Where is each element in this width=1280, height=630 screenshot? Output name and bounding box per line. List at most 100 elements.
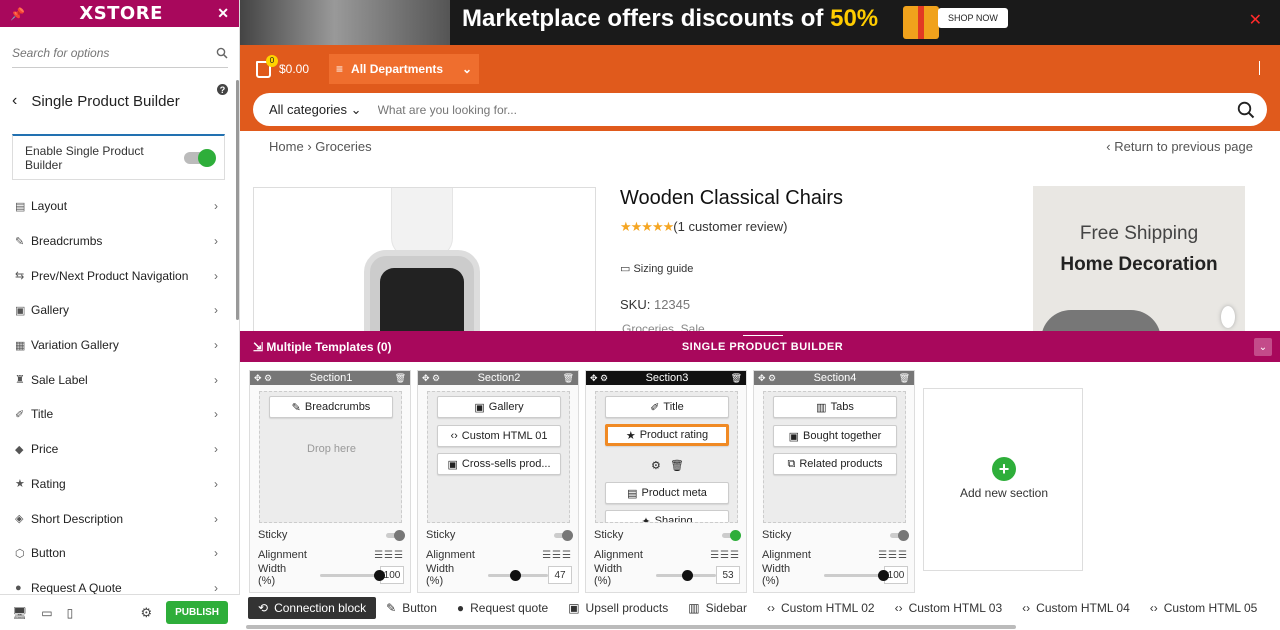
section-drop-zone[interactable]: ✎ Breadcrumbs Drop here [259, 391, 402, 523]
width-slider-knob[interactable] [681, 569, 693, 581]
collapse-icon[interactable]: ⌄ [1254, 338, 1272, 356]
block-cross-sells[interactable]: ▣ Cross-sells prod... [437, 453, 561, 475]
move-icon[interactable]: ✥ ⚙ [758, 373, 776, 384]
block-chip-button[interactable]: ✎ Button [376, 597, 447, 619]
back-arrow-icon[interactable]: ‹ [12, 92, 17, 110]
option-item-title[interactable]: ✐ Title › [0, 397, 236, 432]
block-chip-custom-html-05[interactable]: ‹› Custom HTML 05 [1140, 597, 1268, 619]
section-drop-zone[interactable]: ▥ Tabs ▣ Bought together ⧉ Related products [763, 391, 906, 523]
rating-stars: ★★★★★ [620, 219, 674, 234]
block-chip-custom-html-03[interactable]: ‹› Custom HTML 03 [885, 597, 1013, 619]
enable-builder-toggle[interactable] [184, 148, 216, 167]
help-icon[interactable]: ? [217, 84, 228, 95]
price-icon: ◆ [15, 443, 24, 456]
option-label: Rating [31, 476, 66, 491]
option-item-layout[interactable]: ▤ Layout › [0, 189, 236, 224]
category-select[interactable]: All categories ⌄ [269, 102, 362, 118]
shop-now-button[interactable]: SHOP NOW [938, 8, 1008, 28]
width-slider[interactable] [488, 569, 549, 581]
option-item-rating[interactable]: ★ Rating › [0, 467, 236, 502]
options-search-input[interactable] [12, 45, 192, 60]
product-image[interactable] [253, 187, 596, 347]
sticky-toggle[interactable] [722, 529, 741, 541]
search-icon[interactable] [216, 47, 228, 59]
builder-header: ⇲ Multiple Templates (0) SINGLE PRODUCT … [240, 330, 1280, 362]
width-slider[interactable] [320, 569, 386, 581]
block-bought-together[interactable]: ▣ Bought together [773, 425, 897, 447]
width-value[interactable]: 53 [716, 566, 740, 584]
block-custom-html-01[interactable]: ‹› Custom HTML 01 [437, 425, 561, 447]
option-item-sale-label[interactable]: ♜ Sale Label › [0, 362, 236, 397]
option-item-request-quote[interactable]: ● Request A Quote › [0, 571, 236, 594]
option-item-breadcrumbs[interactable]: ✎ Breadcrumbs › [0, 224, 236, 259]
width-slider-knob[interactable] [878, 569, 890, 581]
block-chip-sidebar[interactable]: ▥ Sidebar [678, 597, 757, 619]
option-item-variation-gallery[interactable]: ▦ Variation Gallery › [0, 328, 236, 363]
move-icon[interactable]: ✥ ⚙ [590, 373, 608, 384]
block-breadcrumbs[interactable]: ✎ Breadcrumbs [269, 396, 393, 418]
breadcrumb-home[interactable]: Home [269, 139, 304, 154]
move-icon[interactable]: ✥ ⚙ [254, 373, 272, 384]
trash-icon[interactable]: 🗑 [899, 373, 910, 384]
option-item-price[interactable]: ◆ Price › [0, 432, 236, 467]
section-drop-zone[interactable]: ▣ Gallery ‹› Custom HTML 01 ▣ Cross-sells p… [427, 391, 570, 523]
store-search-input[interactable] [377, 102, 1237, 117]
search-icon[interactable] [1237, 101, 1255, 119]
width-slider-knob[interactable] [510, 569, 522, 581]
alignment-buttons[interactable]: ☰☰☰ [374, 550, 404, 561]
block-related-products[interactable]: ⧉ Related products [773, 453, 897, 475]
pin-icon[interactable]: 📌 [10, 7, 25, 21]
gear-icon[interactable]: ⚙ [651, 460, 661, 472]
tablet-preview-icon[interactable]: ▭ [41, 606, 52, 620]
section-drop-zone[interactable]: ✐ Title ★ Product rating ⚙ 🗑 ▤ Product meta… [595, 391, 738, 523]
return-link[interactable]: ‹ Return to previous page [1106, 139, 1253, 154]
width-slider[interactable] [824, 569, 890, 581]
blocks-scrollbar[interactable] [246, 625, 1016, 629]
sizing-guide-link[interactable]: ▭ Sizing guide [620, 262, 693, 275]
departments-menu[interactable]: ≡ All Departments ⌄ [329, 54, 480, 84]
option-item-navigation[interactable]: ⇆ Prev/Next Product Navigation › [0, 258, 236, 293]
gear-icon[interactable]: ⚙ [140, 605, 152, 621]
cart[interactable]: 0 $0.00 [256, 54, 309, 78]
review-count-link[interactable]: (1 customer review) [673, 219, 787, 234]
mobile-preview-icon[interactable]: ▯ [67, 606, 74, 620]
sticky-toggle[interactable] [890, 529, 909, 541]
add-section-button[interactable]: + Add new section [923, 388, 1083, 571]
alignment-buttons[interactable]: ☰☰☰ [710, 550, 740, 561]
block-label: Tabs [830, 401, 854, 413]
trash-icon[interactable]: 🗑 [563, 373, 574, 384]
option-item-button[interactable]: ⬡ Button › [0, 536, 236, 571]
sticky-toggle[interactable] [386, 529, 405, 541]
block-chip-upsell[interactable]: ▣ Upsell products [558, 597, 678, 619]
block-chip-custom-html-04[interactable]: ‹› Custom HTML 04 [1012, 597, 1140, 619]
width-slider[interactable] [656, 569, 717, 581]
block-gallery[interactable]: ▣ Gallery [437, 396, 561, 418]
banner-close-icon[interactable]: ✕ [1249, 10, 1262, 30]
block-product-rating[interactable]: ★ Product rating [605, 424, 729, 446]
width-value[interactable]: 47 [548, 566, 572, 584]
close-icon[interactable]: ✕ [217, 5, 229, 22]
sticky-toggle[interactable] [554, 529, 573, 541]
block-chip-request-quote[interactable]: ● Request quote [447, 597, 558, 619]
option-item-gallery[interactable]: ▣ Gallery › [0, 293, 236, 328]
block-tabs[interactable]: ▥ Tabs [773, 396, 897, 418]
block-product-meta[interactable]: ▤ Product meta [605, 482, 729, 504]
trash-icon[interactable]: 🗑 [670, 460, 684, 472]
width-slider-knob[interactable] [374, 569, 386, 581]
alignment-buttons[interactable]: ☰☰☰ [542, 550, 572, 561]
promo-ad[interactable]: Free Shipping Home Decoration [1033, 186, 1245, 336]
move-icon[interactable]: ✥ ⚙ [422, 373, 440, 384]
trash-icon[interactable]: 🗑 [395, 373, 406, 384]
alignment-buttons[interactable]: ☰☰☰ [878, 550, 908, 561]
block-chip-custom-html-02[interactable]: ‹› Custom HTML 02 [757, 597, 885, 619]
block-sharing[interactable]: ✦ Sharing [605, 510, 729, 522]
variation-gallery-icon: ▦ [15, 339, 26, 352]
block-chip-connection[interactable]: ⟲ Connection block [248, 597, 377, 619]
resize-handle[interactable] [743, 330, 783, 336]
publish-button[interactable]: PUBLISH [166, 601, 228, 624]
option-item-short-description[interactable]: ◈ Short Description › [0, 501, 236, 536]
panel-scrollbar[interactable] [236, 80, 239, 320]
block-title[interactable]: ✐ Title [605, 396, 729, 418]
trash-icon[interactable]: 🗑 [731, 373, 742, 384]
desktop-preview-icon[interactable]: 🖥 [12, 606, 27, 620]
